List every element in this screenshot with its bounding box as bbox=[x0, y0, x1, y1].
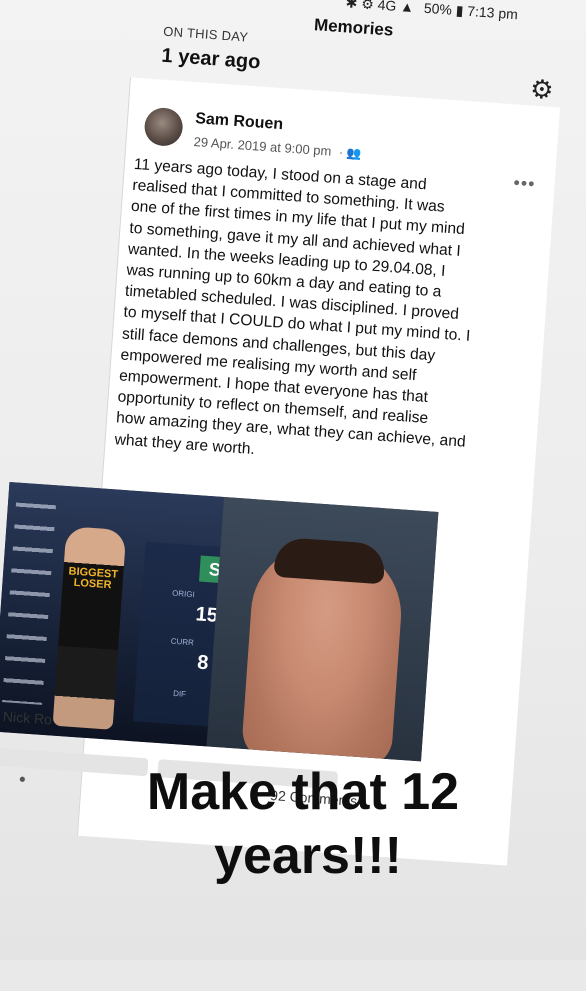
caption-line-2: years!!! bbox=[214, 827, 402, 885]
shirt-logo: BIGGEST LOSER bbox=[68, 565, 119, 592]
memory-age: 1 year ago bbox=[160, 44, 262, 74]
post-photo[interactable]: BIGGEST LOSER S ORIGI 15 CURR 8 DIF bbox=[0, 482, 439, 762]
friends-privacy-icon: · 👥 bbox=[338, 145, 362, 161]
reactions-names: Nick Ro bbox=[2, 708, 53, 728]
scoreboard-number-2: 8 bbox=[196, 651, 210, 675]
caption-line-1: Make that 12 bbox=[146, 763, 460, 821]
page-title: Memories bbox=[313, 15, 394, 40]
post-body: 11 years ago today, I stood on a stage a… bbox=[114, 154, 534, 478]
battery-icon: ▮ bbox=[455, 2, 465, 19]
scoreboard-orig-label: ORIGI bbox=[171, 588, 196, 600]
gear-icon[interactable]: ⚙ bbox=[529, 73, 554, 106]
section-label: ON THIS DAY bbox=[162, 23, 249, 45]
story-caption: Make that 12 years!!! bbox=[0, 760, 586, 888]
clock: 7:13 pm bbox=[466, 2, 519, 23]
battery-level: 50% bbox=[423, 0, 453, 18]
stage-lights bbox=[2, 502, 56, 705]
status-icons: ✱ ⚙ 4G ▲ bbox=[345, 0, 415, 16]
screenshot: ✱ ⚙ 4G ▲ 50% ▮ 7:13 pm ← Memories ON THI… bbox=[0, 0, 586, 960]
scoreboard-curr-label: CURR bbox=[170, 636, 195, 648]
scoreboard-dif-label: DIF bbox=[172, 688, 187, 699]
